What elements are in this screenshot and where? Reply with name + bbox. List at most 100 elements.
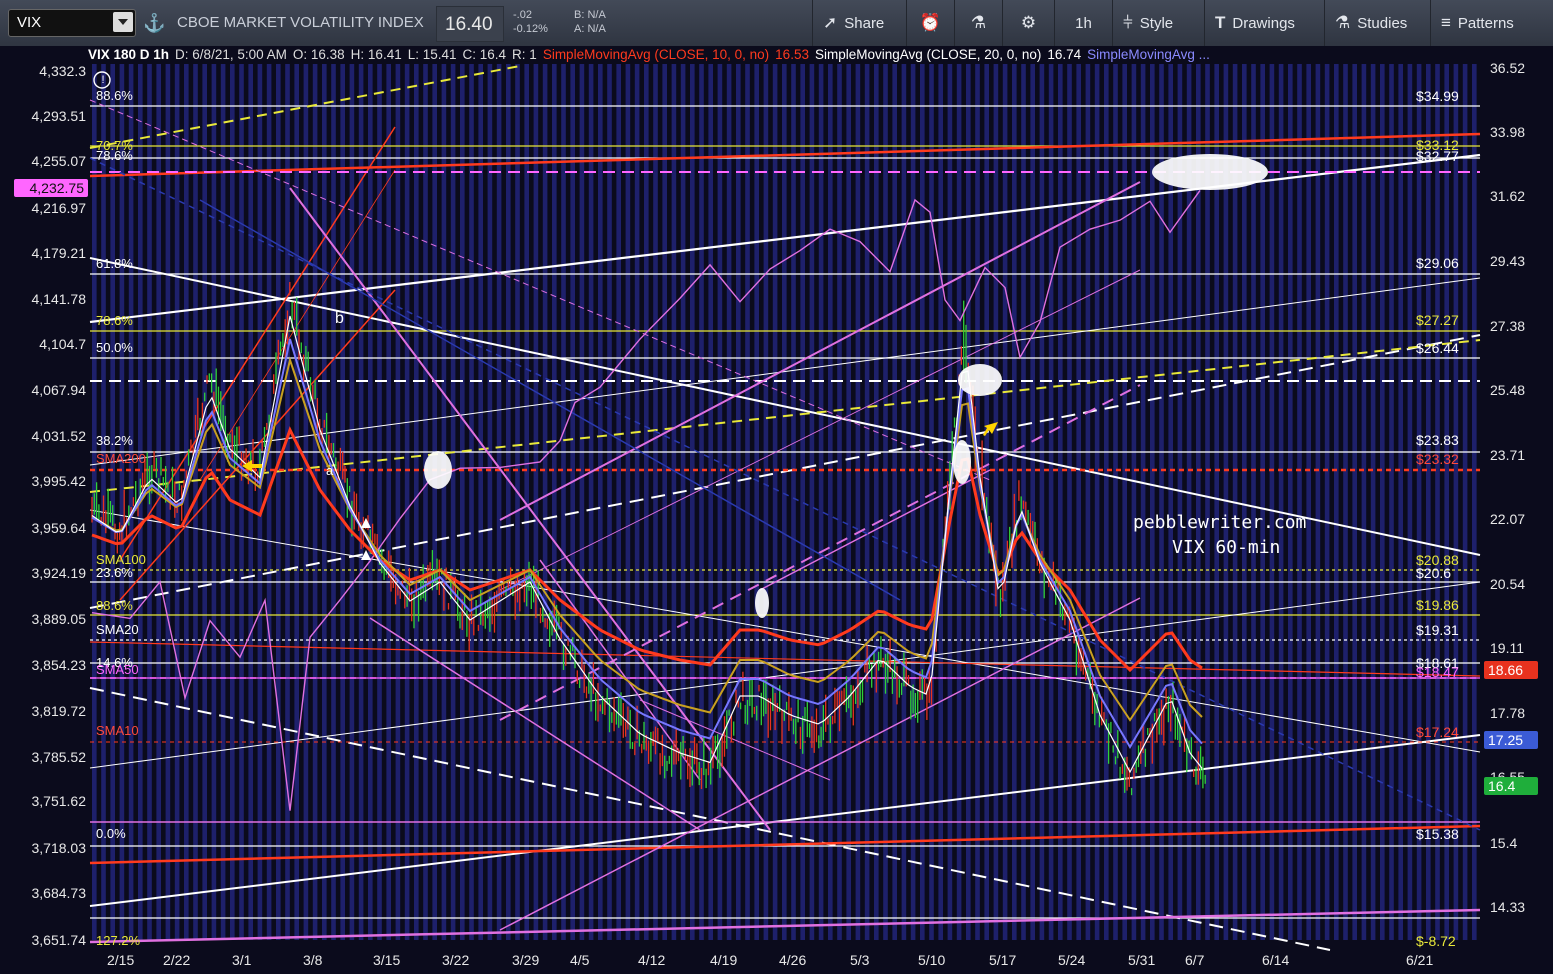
fib-label-right: $19.86 [1416, 597, 1459, 613]
price-chart[interactable] [0, 46, 1553, 974]
fib-label-left: 88.6% [96, 598, 133, 613]
share-button[interactable]: ➚ Share [812, 0, 906, 46]
share-icon: ➚ [823, 13, 838, 32]
date-label: 3/22 [442, 952, 470, 968]
alert-icon: ⏰ [919, 13, 942, 32]
date-label: 2/15 [107, 952, 135, 968]
style-button[interactable]: ⫩ Style [1112, 0, 1204, 46]
right-axis-label: 15.4 [1490, 835, 1518, 851]
flask-button[interactable]: ⚗ [954, 0, 1002, 46]
date-label: 3/29 [512, 952, 540, 968]
flask-icon: ⚗ [970, 13, 987, 32]
right-axis-label: 29.43 [1490, 253, 1526, 269]
fib-label-right: $26.44 [1416, 340, 1459, 356]
left-axis-label: 3,995.42 [31, 473, 87, 489]
chart-title: VIX 180 D 1h [88, 47, 170, 62]
drawings-button[interactable]: T Drawings [1204, 0, 1324, 46]
session-stripes [0, 46, 1553, 974]
fib-label-right: $-8.72 [1416, 933, 1456, 949]
wave-label-a: a [326, 463, 334, 478]
drawings-icon: T [1215, 13, 1226, 32]
date-label: 6/14 [1262, 952, 1290, 968]
bid-value: B: N/A [574, 9, 606, 21]
watermark-title: VIX 60-min [1172, 537, 1281, 558]
date-label: 5/24 [1058, 952, 1086, 968]
fib-label-left: 88.6% [96, 88, 133, 103]
right-axis-label: 20.54 [1490, 576, 1526, 592]
right-axis-label: 19.11 [1490, 640, 1524, 656]
left-axis-label: 4,067.94 [31, 382, 87, 398]
right-axis-label: 22.07 [1490, 511, 1526, 527]
symbol-description: CBOE MARKET VOLATILITY INDEX [177, 14, 424, 31]
interval-button[interactable]: 1h [1054, 0, 1112, 46]
style-icon: ⫩ [1123, 13, 1133, 32]
date-label: 4/12 [638, 952, 666, 968]
sma20-value: 16.74 [1047, 47, 1082, 62]
fib-label-left: 38.2% [96, 433, 133, 448]
fib-label-left: SMA20 [96, 622, 139, 637]
date-label: 3/8 [303, 952, 323, 968]
fib-label-right: $19.31 [1416, 622, 1459, 638]
fib-label-left: SMA10 [96, 723, 139, 738]
right-axis-label: 14.33 [1490, 899, 1526, 915]
link-icon[interactable]: ⚓ [143, 13, 165, 34]
bar-range: R: 1 [512, 47, 537, 62]
patterns-icon: ≡ [1441, 13, 1451, 32]
symbol-input[interactable]: VIX [8, 9, 136, 37]
info-icon[interactable]: ! [99, 73, 107, 87]
date-label: 5/17 [989, 952, 1017, 968]
patterns-button[interactable]: ≡ Patterns [1430, 0, 1553, 46]
left-axis-label: 3,684.73 [31, 885, 87, 901]
fib-label-left: 127.2% [96, 933, 141, 948]
date-label: 4/26 [779, 952, 807, 968]
fib-label-right: $23.83 [1416, 432, 1459, 448]
fib-label-right: $15.38 [1416, 826, 1459, 842]
sma10-value: 16.53 [775, 47, 809, 62]
fib-label-right: $23.32 [1416, 451, 1459, 467]
toolbar: VIX ⚓ CBOE MARKET VOLATILITY INDEX 16.40… [0, 0, 1553, 47]
fib-label-left: 61.8% [96, 256, 133, 271]
share-label: Share [844, 14, 885, 32]
watermark-site: pebblewriter.com [1133, 512, 1307, 533]
left-axis-label: 3,785.52 [31, 749, 87, 765]
legend-header: VIX 180 D 1h D: 6/8/21, 5:00 AM O: 16.38… [88, 46, 1210, 64]
price-tag: 16.4 [1484, 777, 1538, 795]
date-label: 6/21 [1406, 952, 1434, 968]
left-axis-label: 3,889.05 [31, 611, 87, 627]
studies-label: Studies [1357, 14, 1408, 32]
fib-label-left: 78.6% [96, 313, 133, 328]
left-axis-label: 4,141.78 [31, 291, 87, 307]
bar-date: D: 6/8/21, 5:00 AM [175, 47, 287, 62]
date-label: 5/3 [850, 952, 870, 968]
date-label: 3/1 [232, 952, 252, 968]
fib-label-right: $32.77 [1416, 148, 1459, 164]
dropdown-icon[interactable] [113, 12, 133, 32]
change-value: -.02 [513, 9, 532, 21]
left-axis-label: 4,031.52 [31, 428, 87, 444]
left-axis-label: 4,104.7 [39, 336, 86, 352]
style-label: Style [1139, 14, 1174, 32]
price-tag: 17.25 [1484, 731, 1538, 749]
left-axis-label: 4,332.3 [39, 63, 86, 79]
sma50-legend[interactable]: SimpleMovingAvg ... [1087, 46, 1210, 64]
settings-button[interactable]: ⚙ [1002, 0, 1054, 46]
fib-label-right: $29.06 [1416, 255, 1459, 271]
sma20-legend[interactable]: SimpleMovingAvg (CLOSE, 20, 0, no) [815, 46, 1041, 64]
ask-value: A: N/A [574, 23, 606, 35]
fib-label-right: $18.47 [1416, 664, 1459, 680]
symbol-value: VIX [17, 14, 42, 31]
drawings-label: Drawings [1232, 14, 1295, 32]
fib-label-right: $34.99 [1416, 88, 1459, 104]
fib-label-left: 50.0% [96, 340, 133, 355]
sma10-legend[interactable]: SimpleMovingAvg (CLOSE, 10, 0, no) [543, 46, 769, 64]
bar-low: L: 15.41 [407, 47, 457, 62]
date-label: 5/31 [1128, 952, 1156, 968]
date-label: 5/10 [918, 952, 946, 968]
left-axis-label: 3,718.03 [31, 840, 87, 856]
left-axis-label: 4,255.07 [31, 153, 87, 169]
patterns-label: Patterns [1457, 14, 1514, 32]
right-axis-label: 23.71 [1490, 447, 1526, 463]
studies-button[interactable]: ⚗ Studies [1324, 0, 1430, 46]
alert-button[interactable]: ⏰ [906, 0, 954, 46]
right-axis-label: 36.52 [1490, 60, 1526, 76]
